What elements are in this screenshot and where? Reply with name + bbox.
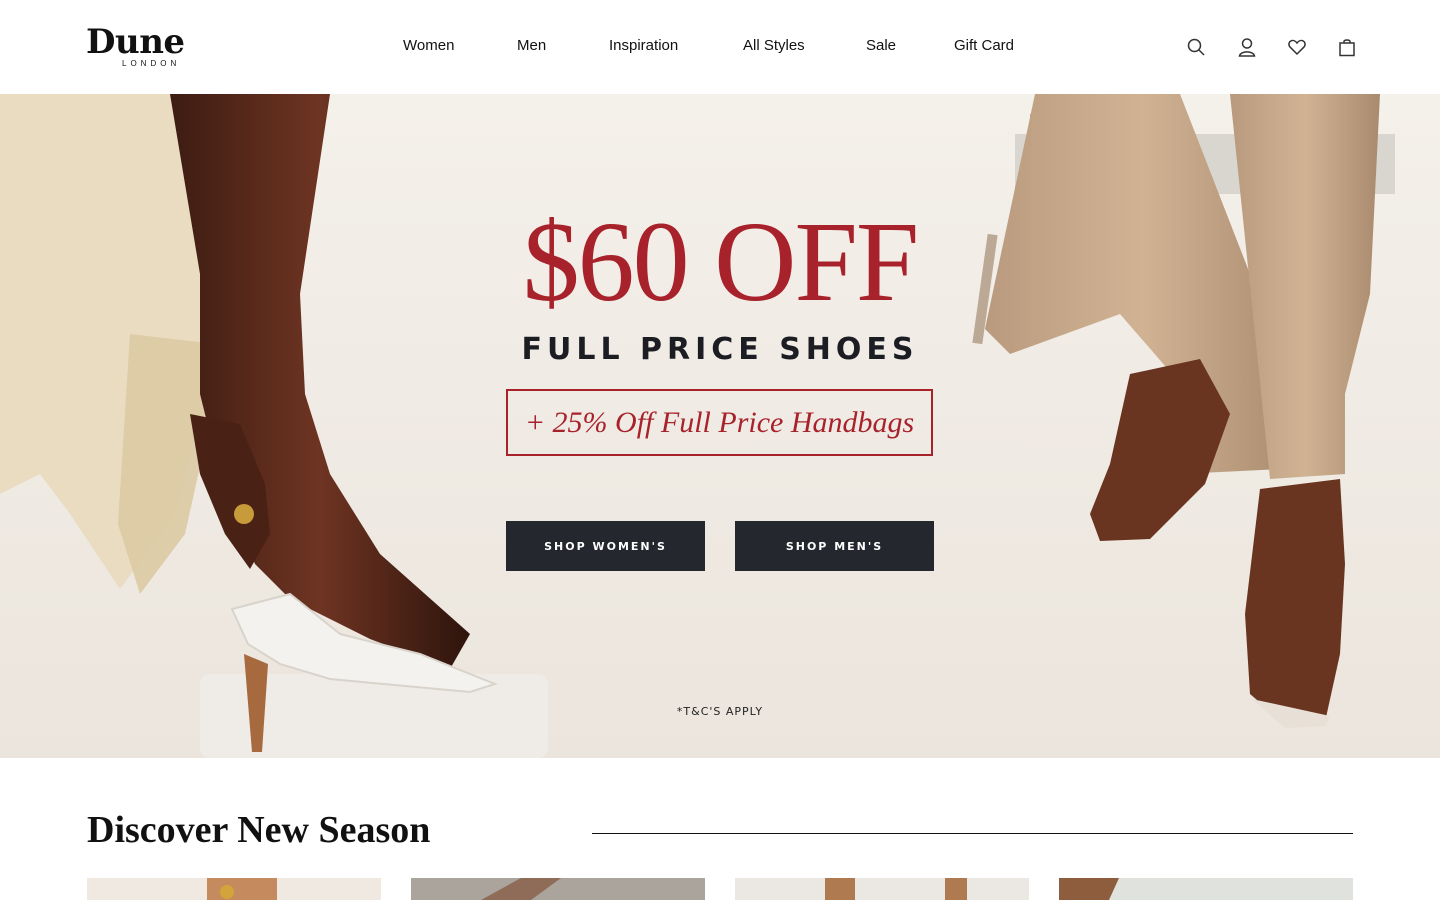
promo-headline: $60 OFF xyxy=(522,198,920,325)
nav-item-men[interactable]: Men xyxy=(517,37,546,54)
nav-item-gift-card[interactable]: Gift Card xyxy=(954,37,1014,54)
product-image xyxy=(87,878,381,900)
site-header: Dune LONDON Women Men Inspiration All St… xyxy=(0,0,1440,94)
search-icon[interactable] xyxy=(1185,36,1207,58)
product-card[interactable] xyxy=(1059,878,1353,900)
product-image xyxy=(411,878,705,900)
section-divider xyxy=(592,833,1353,834)
product-card[interactable] xyxy=(411,878,705,900)
hero-banner: $60 OFF FULL PRICE SHOES + 25% Off Full … xyxy=(0,94,1440,758)
product-image xyxy=(735,878,1029,900)
promo-offer-text: + 25% Off Full Price Handbags xyxy=(524,405,915,439)
product-card[interactable] xyxy=(735,878,1029,900)
brand-name: Dune xyxy=(86,22,185,62)
account-icon[interactable] xyxy=(1236,36,1258,58)
terms-link[interactable]: *T&C'S APPLY xyxy=(620,705,820,718)
shop-mens-button[interactable]: SHOP MEN'S xyxy=(735,521,934,571)
brand-subtitle: LONDON xyxy=(122,59,181,68)
nav-item-women[interactable]: Women xyxy=(403,37,454,54)
brand-logo[interactable]: Dune LONDON xyxy=(86,22,216,68)
nav-item-inspiration[interactable]: Inspiration xyxy=(609,37,678,54)
nav-item-sale[interactable]: Sale xyxy=(866,37,896,54)
wishlist-heart-icon[interactable] xyxy=(1286,36,1308,58)
product-card[interactable] xyxy=(87,878,381,900)
promo-offer-box: + 25% Off Full Price Handbags xyxy=(506,389,933,456)
shop-womens-button[interactable]: SHOP WOMEN'S xyxy=(506,521,705,571)
promo-subheadline: FULL PRICE SHOES xyxy=(521,332,919,367)
product-image xyxy=(1059,878,1353,900)
section-title: Discover New Season xyxy=(87,809,431,851)
nav-item-all-styles[interactable]: All Styles xyxy=(743,37,805,54)
shopping-bag-icon[interactable] xyxy=(1336,36,1358,58)
